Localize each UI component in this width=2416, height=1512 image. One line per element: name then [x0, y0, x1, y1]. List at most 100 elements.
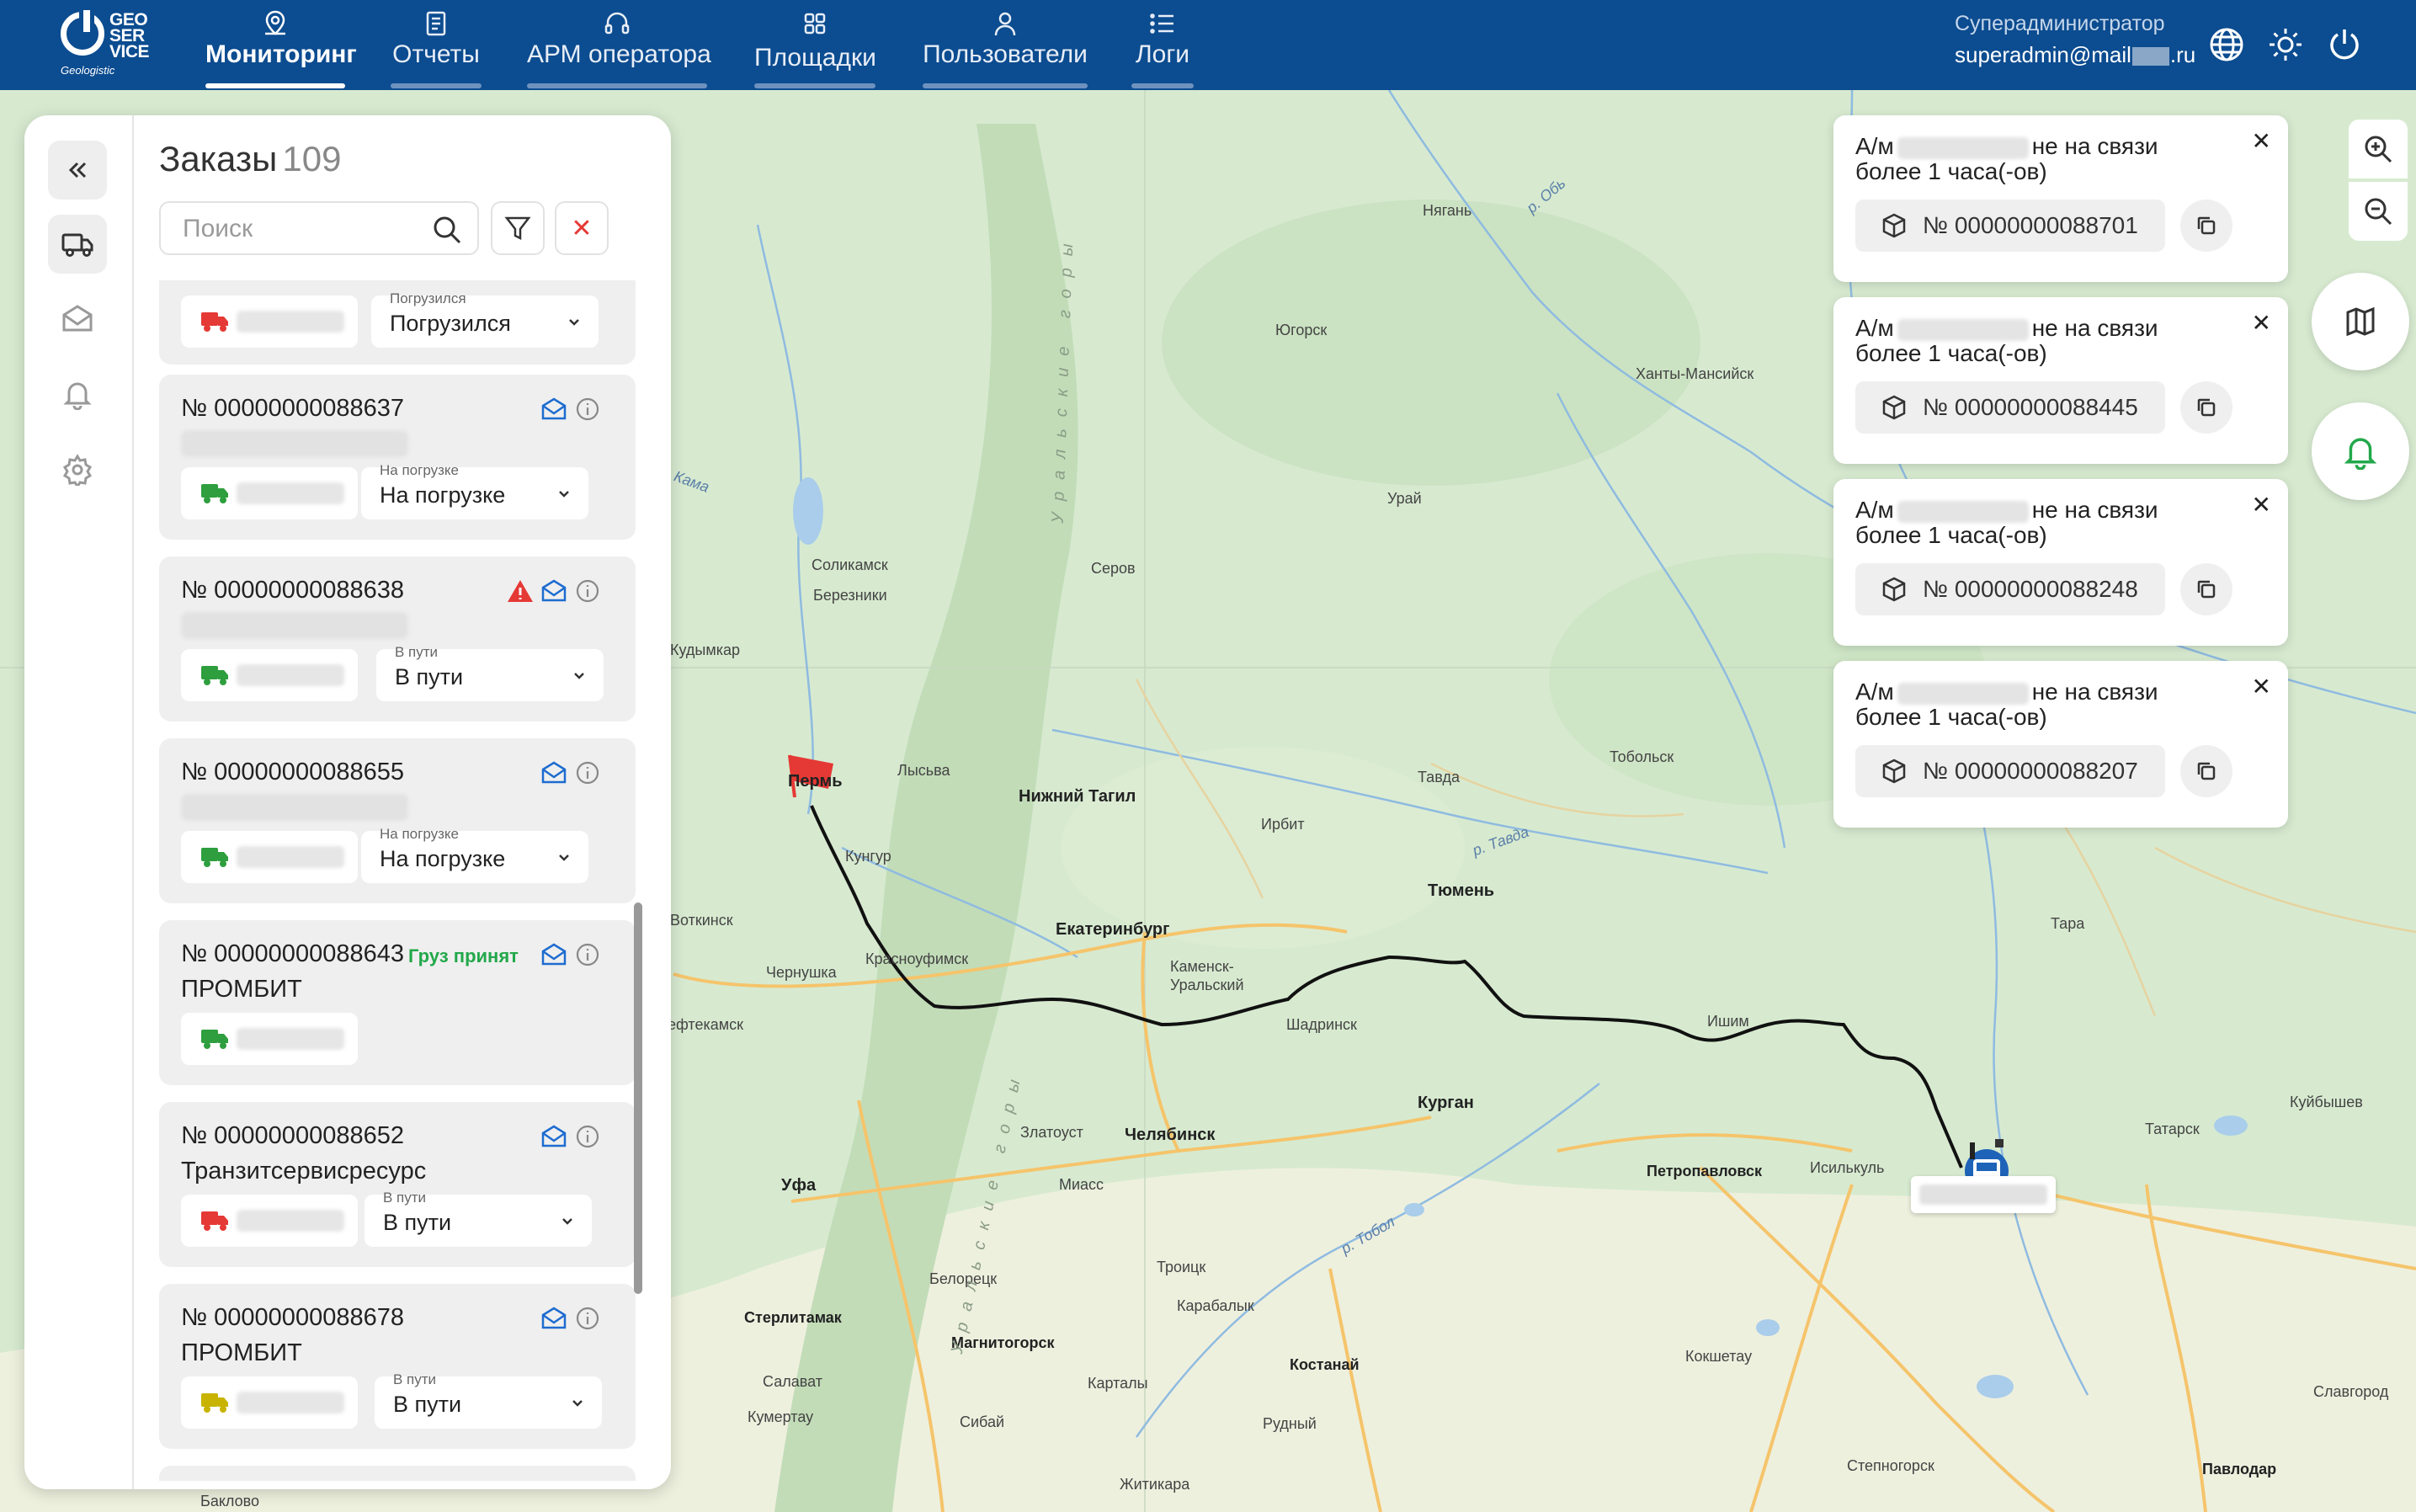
scrollbar[interactable] [634, 902, 642, 1294]
nav-monitoring[interactable]: Мониторинг [205, 0, 357, 90]
city-label: Исилькуль [1810, 1159, 1885, 1176]
nav-sites[interactable]: Площадки [754, 0, 876, 90]
order-number: № 00000000088678 [181, 1304, 404, 1331]
truck-box[interactable] [181, 831, 358, 883]
close-icon[interactable]: ✕ [2252, 309, 2271, 337]
close-icon[interactable]: ✕ [2252, 127, 2271, 155]
close-icon[interactable]: ✕ [2252, 491, 2271, 519]
headset-icon [604, 12, 630, 35]
clipboard-icon [426, 11, 446, 36]
sun-icon[interactable] [2266, 25, 2305, 64]
nav-users[interactable]: Пользователи [923, 0, 1088, 90]
panel-rail [24, 115, 134, 1489]
clear-filter-button[interactable]: ✕ [555, 201, 609, 255]
envelope-open-icon[interactable] [540, 759, 568, 787]
truck-box[interactable] [181, 467, 358, 519]
info-icon[interactable] [573, 940, 602, 969]
truck-box[interactable] [181, 1195, 358, 1247]
notification-suffix: не на связи [2031, 497, 2158, 523]
nav-logs[interactable]: Логи [1131, 0, 1194, 90]
zoom-in-button[interactable] [2349, 120, 2408, 178]
order-card[interactable]: № 00000000088637 На погрузке На погрузке [159, 375, 636, 540]
brand-logo[interactable]: GEO SER VICE Geologistic [56, 10, 157, 79]
package-icon [1882, 759, 1906, 784]
rail-messages-button[interactable] [48, 289, 107, 348]
city-label: Пермь [788, 772, 843, 791]
truck-box[interactable] [181, 649, 358, 701]
envelope-open-icon[interactable] [540, 1304, 568, 1333]
notifications-toggle-button[interactable] [2312, 402, 2409, 500]
city-label: Костанай [1290, 1356, 1360, 1373]
map-layers-button[interactable] [2312, 273, 2409, 370]
status-select[interactable]: На погрузке На погрузке [361, 462, 588, 519]
client-name: ПРОМБИТ [181, 1339, 302, 1366]
info-icon[interactable] [573, 1304, 602, 1333]
order-card[interactable]: № 00000000088678 ПРОМБИТ В пути В пути [159, 1284, 636, 1449]
city-label: Татарск [2145, 1121, 2200, 1137]
zoom-in-icon [2365, 136, 2392, 163]
truck-box[interactable] [181, 1376, 358, 1429]
nav-operator[interactable]: АРМ оператора [527, 0, 711, 90]
order-card[interactable] [159, 1466, 636, 1481]
info-icon[interactable] [573, 1122, 602, 1151]
filter-button[interactable] [491, 201, 545, 255]
status-select[interactable]: На погрузке На погрузке [361, 826, 588, 883]
nav-label: АРМ оператора [527, 40, 711, 68]
truck-box[interactable] [181, 295, 358, 348]
globe-icon[interactable] [2207, 25, 2246, 64]
rail-orders-button[interactable] [48, 215, 107, 274]
order-card[interactable]: № 00000000088655 На погрузке На погрузке [159, 738, 636, 903]
power-icon[interactable] [2325, 25, 2364, 64]
status-select[interactable]: В пути В пути [365, 1190, 592, 1247]
search-icon[interactable] [432, 215, 462, 245]
order-chip[interactable]: № 00000000088207 [1855, 745, 2165, 797]
order-chip[interactable]: № 00000000088701 [1855, 200, 2165, 252]
zoom-out-button[interactable] [2349, 182, 2408, 241]
notification-prefix: А/м [1855, 679, 1894, 705]
truck-icon [201, 666, 228, 685]
status-select[interactable]: В пути В пути [376, 644, 604, 701]
chevron-down-icon [562, 1218, 572, 1225]
info-icon[interactable] [573, 577, 602, 605]
close-icon[interactable]: ✕ [2252, 673, 2271, 700]
status-select[interactable]: В пути В пути [375, 1371, 602, 1429]
truck-icon [201, 1393, 228, 1413]
city-label: Кокшетау [1685, 1348, 1753, 1365]
status-select[interactable]: Погрузился Погрузился [371, 290, 599, 348]
envelope-open-icon[interactable] [540, 577, 568, 605]
chevron-down-icon [574, 673, 584, 679]
city-label: Тавда [1418, 769, 1461, 785]
nav-label: Площадки [754, 44, 876, 72]
vehicle-label[interactable] [1911, 1176, 2056, 1213]
chevron-down-icon [572, 1400, 583, 1407]
copy-button[interactable] [2180, 745, 2232, 797]
collapse-button[interactable] [48, 141, 107, 200]
order-card[interactable]: № 00000000088638 В пути В пути [159, 556, 636, 721]
copy-button[interactable] [2180, 200, 2232, 252]
rail-notifications-button[interactable] [48, 365, 107, 423]
order-chip[interactable]: № 00000000088248 [1855, 563, 2165, 615]
copy-button[interactable] [2180, 381, 2232, 434]
search-input[interactable] [183, 213, 427, 245]
city-label: Сибай [960, 1414, 1005, 1430]
rail-settings-button[interactable] [48, 440, 107, 499]
city-label: Нягань [1423, 202, 1472, 219]
copy-button[interactable] [2180, 563, 2232, 615]
order-chip[interactable]: № 00000000088445 [1855, 381, 2165, 434]
envelope-open-icon[interactable] [540, 395, 568, 423]
notification-line2: более 1 часа(-ов) [1855, 340, 2047, 366]
info-icon[interactable] [573, 395, 602, 423]
order-card[interactable]: Погрузился Погрузился [159, 280, 636, 365]
envelope-open-icon[interactable] [540, 940, 568, 969]
nav-reports[interactable]: Отчеты [391, 0, 482, 90]
order-card[interactable]: № 00000000088652 Транзитсервисресурс В п… [159, 1102, 636, 1267]
truck-box[interactable] [181, 1013, 358, 1065]
user-email[interactable]: superadmin@mail .ru [1955, 42, 2195, 68]
order-card[interactable]: № 00000000088643 Груз принят ПРОМБИТ [159, 920, 636, 1085]
info-icon[interactable] [573, 759, 602, 787]
city-label: Кунгур [845, 848, 891, 865]
status-caption: На погрузке [380, 462, 459, 478]
envelope-open-icon[interactable] [540, 1122, 568, 1151]
city-label: Житикара [1120, 1476, 1190, 1493]
client-name: Транзитсервисресурс [181, 1158, 427, 1185]
